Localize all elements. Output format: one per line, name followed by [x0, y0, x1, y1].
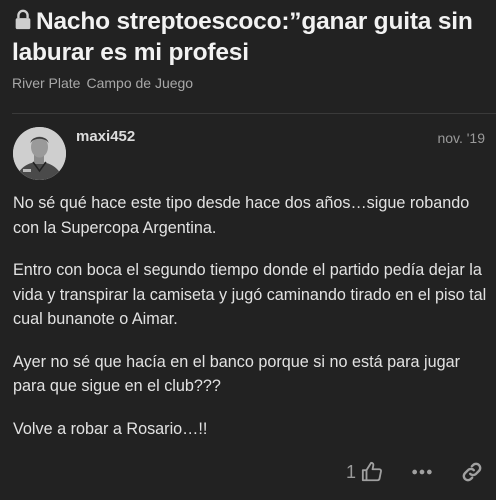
- breadcrumb-category[interactable]: River Plate: [12, 75, 80, 91]
- ellipsis-icon: [412, 469, 432, 475]
- link-icon: [462, 462, 482, 482]
- post-username[interactable]: maxi452: [76, 128, 135, 145]
- thumbs-up-icon: [361, 461, 382, 482]
- post-actions: 1: [346, 460, 484, 484]
- lock-icon: [15, 9, 31, 30]
- breadcrumb: River Plate Campo de Juego: [12, 75, 486, 91]
- post-date[interactable]: nov. '19: [437, 130, 485, 146]
- topic-divider: [12, 113, 496, 114]
- post-paragraph: Entro con boca el segundo tiempo donde e…: [13, 261, 487, 328]
- post-paragraph: No sé qué hace este tipo desde hace dos …: [13, 194, 470, 237]
- like-count[interactable]: 1: [346, 462, 356, 483]
- topic-header: Nacho streptoescoco:”ganar guita sin lab…: [12, 6, 486, 91]
- avatar[interactable]: [13, 127, 66, 180]
- breadcrumb-subcategory[interactable]: Campo de Juego: [86, 75, 193, 91]
- like-button[interactable]: [360, 460, 384, 484]
- topic-title[interactable]: Nacho streptoescoco:”ganar guita sin lab…: [12, 6, 486, 68]
- post-paragraph: Ayer no sé que hacía en el banco porque …: [13, 352, 460, 396]
- share-link-button[interactable]: [460, 460, 484, 484]
- post-paragraph: Volve a robar a Rosario…!!: [13, 419, 208, 438]
- more-button[interactable]: [410, 460, 434, 484]
- topic-title-text: Nacho streptoescoco:”ganar guita sin lab…: [12, 8, 473, 66]
- post-body: No sé qué hace este tipo desde hace dos …: [13, 191, 491, 459]
